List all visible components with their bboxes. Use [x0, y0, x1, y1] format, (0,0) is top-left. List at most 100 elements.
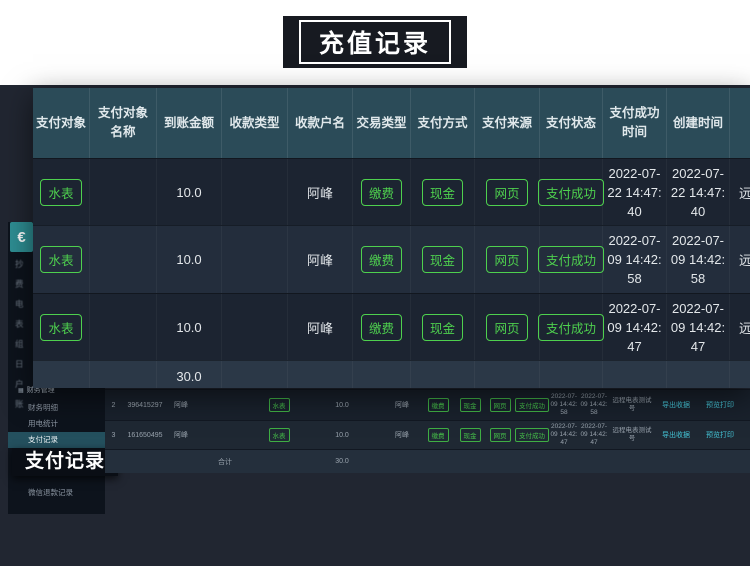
table-cell: 161650495: [122, 421, 168, 449]
sidebar-collapsed-item[interactable]: 电: [15, 298, 24, 310]
table-cell: 网页: [486, 390, 514, 420]
status-badge: 支付成功: [538, 246, 604, 273]
timestamp: 2022-07-09 14:42:58: [580, 393, 607, 417]
status-badge: 支付成功: [515, 428, 549, 442]
table-cell: 导出收据: [654, 390, 698, 420]
sidebar-collapsed-item[interactable]: 表: [15, 318, 24, 330]
table-cell: 2022-07-09 14:42:47: [578, 421, 610, 449]
status-badge: 支付成功: [538, 179, 604, 206]
column-header: 支付来源: [475, 88, 540, 158]
column-header: 收款户名: [288, 88, 353, 158]
active-item-callout: 支付记录: [12, 448, 118, 476]
table-cell: 2022-07-09 14:42:47: [603, 294, 667, 360]
table-cell: 缴费: [353, 226, 411, 293]
table-cell: [730, 361, 750, 388]
table-cell: 网页: [475, 159, 540, 225]
sidebar-collapsed-item[interactable]: 抄: [15, 258, 24, 270]
print-preview-link[interactable]: 预览打印: [706, 400, 734, 410]
status-badge: 支付成功: [515, 398, 549, 412]
table-row: 水表10.0阿峰缴费现金网页支付成功2022-07-09 14:42:47202…: [33, 293, 750, 360]
table-body: 水表10.0阿峰缴费现金网页支付成功2022-07-22 14:47:40202…: [33, 158, 750, 388]
table-cell: [486, 450, 514, 473]
table-cell: [90, 294, 157, 360]
status-badge: 网页: [486, 314, 527, 341]
sidebar-collapsed-item[interactable]: 日: [15, 358, 24, 370]
table-cell: [667, 361, 730, 388]
table-row: 水表10.0阿峰缴费现金网页支付成功2022-07-09 14:42:58202…: [33, 225, 750, 293]
table-cell: 支付成功: [540, 294, 603, 360]
table-cell: [353, 361, 411, 388]
timestamp: 2022-07-09 14:42:47: [580, 423, 607, 447]
screenshot-root: 充值记录 € 抄费电表组日户账 ▦ 财务管理 财务明细用电统计支付记录微信退款记…: [0, 0, 750, 566]
table-cell: 现金: [411, 294, 475, 360]
table-cell: 水表: [33, 294, 90, 360]
remark-text: 远程电表测试号: [610, 427, 654, 443]
table-cell: [578, 450, 610, 473]
table-cell: 阿峰: [382, 421, 422, 449]
table-cell: 水表: [256, 390, 302, 420]
remark-text: 远程电表测试号: [610, 397, 654, 413]
table-cell: 缴费: [422, 421, 454, 449]
column-header: [730, 88, 750, 158]
sidebar-item-1[interactable]: 用电统计: [8, 416, 105, 432]
export-receipt-link[interactable]: 导出收据: [662, 400, 690, 410]
export-receipt-link[interactable]: 导出收据: [662, 430, 690, 440]
sidebar-collapsed-item[interactable]: 费: [15, 278, 24, 290]
table-row: 3161650495阿峰水表10.0阿峰缴费现金网页支付成功2022-07-09…: [105, 420, 750, 449]
status-badge: 网页: [490, 398, 511, 412]
column-header: 支付对象名称: [90, 88, 157, 158]
sidebar-item-2[interactable]: 支付记录: [8, 432, 105, 448]
table-cell: [698, 450, 742, 473]
status-badge: 网页: [486, 179, 527, 206]
timestamp: 2022-07-09 14:42:58: [550, 393, 577, 417]
app-logo: €: [10, 222, 33, 252]
column-header: 支付状态: [540, 88, 603, 158]
timestamp: 2022-07-09 14:42:47: [550, 423, 577, 447]
page-title-block: 充值记录: [283, 16, 467, 68]
table-cell: [222, 159, 288, 225]
table-cell: [364, 390, 382, 420]
table-cell: 2022-07-09 14:42:47: [667, 294, 730, 360]
table-cell: [302, 421, 320, 449]
table-cell: [222, 361, 288, 388]
table-cell: [411, 361, 475, 388]
table-cell: [382, 450, 422, 473]
table-cell: 2022-07-22 14:47:40: [667, 159, 730, 225]
table-cell: 缴费: [422, 390, 454, 420]
table-cell: [33, 361, 90, 388]
app-area: € 抄费电表组日户账 ▦ 财务管理 财务明细用电统计支付记录微信退款记录 支付记…: [0, 85, 750, 566]
table-cell: [610, 450, 654, 473]
table-cell: 2022-07-09 14:42:58: [550, 390, 578, 420]
page-header: 充值记录: [0, 0, 750, 85]
status-badge: 水表: [269, 428, 290, 442]
print-preview-link[interactable]: 预览打印: [706, 430, 734, 440]
status-badge: 水表: [40, 246, 81, 273]
status-badge: 缴费: [428, 398, 449, 412]
table-cell: [654, 450, 698, 473]
table-cell: 10.0: [157, 226, 222, 293]
column-header: 到账金额: [157, 88, 222, 158]
table-cell: 远程电表测试号: [610, 421, 654, 449]
sidebar-item-3[interactable]: 微信退款记录: [8, 485, 105, 501]
table-cell: 合计: [194, 450, 256, 473]
table-cell: [475, 361, 540, 388]
table-cell: 10.0: [157, 294, 222, 360]
table-cell: [302, 450, 320, 473]
table-cell: 30.0: [157, 361, 222, 388]
recharge-records-table: 支付对象支付对象名称到账金额收款类型收款户名交易类型支付方式支付来源支付状态支付…: [33, 88, 750, 388]
status-badge: 缴费: [361, 246, 402, 273]
table-cell: 阿峰: [168, 390, 194, 420]
table-cell: [364, 421, 382, 449]
table-cell: [603, 361, 667, 388]
table-header-row: 支付对象支付对象名称到账金额收款类型收款户名交易类型支付方式支付来源支付状态支付…: [33, 88, 750, 158]
sidebar-collapsed-item[interactable]: 组: [15, 338, 24, 350]
column-header: 创建时间: [667, 88, 730, 158]
table-cell: 2022-07-09 14:42:47: [550, 421, 578, 449]
table-cell: 现金: [454, 390, 486, 420]
status-badge: 现金: [422, 246, 463, 273]
table-cell: 2022-07-09 14:42:58: [603, 226, 667, 293]
sidebar-item-0[interactable]: 财务明细: [8, 400, 105, 416]
table-cell: [256, 450, 302, 473]
table-cell: 水表: [33, 159, 90, 225]
table-cell: 2022-07-09 14:42:58: [667, 226, 730, 293]
